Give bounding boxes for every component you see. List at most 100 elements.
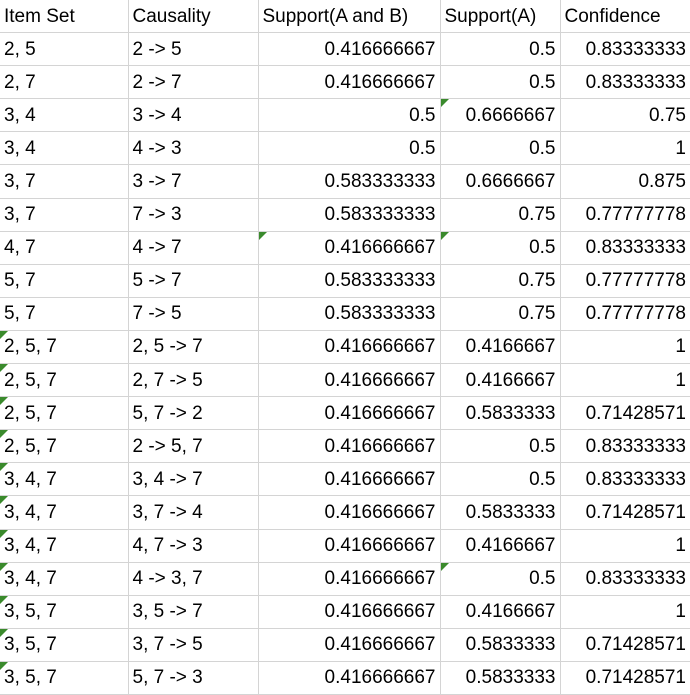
cell-confidence[interactable]: 0.83333333 — [560, 65, 690, 100]
cell-causality[interactable]: 4 -> 3 — [128, 131, 259, 166]
cell-item-set[interactable]: 3, 4 — [0, 98, 129, 133]
cell-support-a[interactable]: 0.5 — [440, 32, 561, 67]
cell-support-a[interactable]: 0.5 — [440, 462, 561, 497]
cell-support-a-and-b[interactable]: 0.416666667 — [258, 363, 441, 398]
cell-support-a[interactable]: 0.5 — [440, 65, 561, 100]
cell-item-set[interactable]: 2, 5 — [0, 32, 129, 67]
cell-confidence[interactable]: 0.77777778 — [560, 198, 690, 232]
cell-confidence[interactable]: 0.83333333 — [560, 32, 690, 67]
cell-support-a-and-b[interactable]: 0.583333333 — [258, 164, 441, 199]
cell-item-set[interactable]: 2, 5, 7 — [0, 429, 129, 464]
cell-item-set[interactable]: 3, 7 — [0, 164, 129, 199]
cell-support-a[interactable]: 0.75 — [440, 264, 561, 298]
cell-causality[interactable]: 3, 7 -> 4 — [128, 495, 259, 530]
cell-item-set[interactable]: 2, 5, 7 — [0, 330, 129, 365]
cell-support-a-and-b[interactable]: 0.416666667 — [258, 495, 441, 530]
cell-causality[interactable]: 4 -> 7 — [128, 231, 259, 265]
cell-causality[interactable]: 2 -> 5, 7 — [128, 429, 259, 464]
cell-causality[interactable]: 3, 4 -> 7 — [128, 462, 259, 497]
cell-support-a[interactable]: 0.5 — [440, 429, 561, 464]
cell-confidence[interactable]: 0.83333333 — [560, 462, 690, 497]
cell-support-a[interactable]: 0.4166667 — [440, 363, 561, 398]
cell-support-a-and-b[interactable]: 0.416666667 — [258, 661, 441, 695]
cell-causality[interactable]: 3, 5 -> 7 — [128, 595, 259, 629]
cell-confidence[interactable]: 1 — [560, 363, 690, 398]
cell-support-a[interactable]: 0.4166667 — [440, 330, 561, 365]
cell-support-a-and-b[interactable]: 0.416666667 — [258, 231, 441, 265]
cell-item-set[interactable]: 2, 5, 7 — [0, 363, 129, 398]
cell-item-set[interactable]: 2, 5, 7 — [0, 396, 129, 431]
cell-support-a[interactable]: 0.5833333 — [440, 495, 561, 530]
cell-support-a-and-b[interactable]: 0.416666667 — [258, 595, 441, 629]
cell-support-a[interactable]: 0.5 — [440, 231, 561, 265]
cell-causality[interactable]: 2, 5 -> 7 — [128, 330, 259, 365]
cell-item-set[interactable]: 3, 4, 7 — [0, 462, 129, 497]
cell-confidence[interactable]: 0.77777778 — [560, 297, 690, 331]
cell-confidence[interactable]: 1 — [560, 595, 690, 629]
cell-support-a[interactable]: 0.75 — [440, 297, 561, 331]
cell-support-a-and-b[interactable]: 0.5 — [258, 98, 441, 133]
cell-support-a[interactable]: 0.5833333 — [440, 628, 561, 662]
cell-causality[interactable]: 3 -> 7 — [128, 164, 259, 199]
cell-causality[interactable]: 4, 7 -> 3 — [128, 529, 259, 563]
cell-item-set[interactable]: 3, 4, 7 — [0, 495, 129, 530]
header-support-a-and-b[interactable]: Support(A and B) — [258, 0, 441, 34]
cell-support-a[interactable]: 0.4166667 — [440, 529, 561, 563]
cell-item-set[interactable]: 4, 7 — [0, 231, 129, 265]
cell-confidence[interactable]: 0.71428571 — [560, 628, 690, 662]
cell-causality[interactable]: 5 -> 7 — [128, 264, 259, 298]
cell-item-set[interactable]: 2, 7 — [0, 65, 129, 100]
cell-support-a-and-b[interactable]: 0.416666667 — [258, 396, 441, 431]
cell-item-set[interactable]: 5, 7 — [0, 264, 129, 298]
cell-causality[interactable]: 7 -> 3 — [128, 198, 259, 232]
header-item-set[interactable]: Item Set — [0, 0, 129, 34]
cell-support-a[interactable]: 0.5833333 — [440, 661, 561, 695]
cell-support-a[interactable]: 0.4166667 — [440, 595, 561, 629]
cell-item-set[interactable]: 3, 5, 7 — [0, 595, 129, 629]
cell-support-a-and-b[interactable]: 0.416666667 — [258, 330, 441, 365]
cell-support-a-and-b[interactable]: 0.583333333 — [258, 297, 441, 331]
cell-confidence[interactable]: 0.875 — [560, 164, 690, 199]
cell-support-a-and-b[interactable]: 0.583333333 — [258, 264, 441, 298]
cell-item-set[interactable]: 3, 5, 7 — [0, 661, 129, 695]
cell-support-a-and-b[interactable]: 0.416666667 — [258, 628, 441, 662]
cell-confidence[interactable]: 0.71428571 — [560, 661, 690, 695]
cell-support-a-and-b[interactable]: 0.416666667 — [258, 562, 441, 596]
cell-support-a[interactable]: 0.5 — [440, 562, 561, 596]
cell-support-a-and-b[interactable]: 0.416666667 — [258, 529, 441, 563]
cell-support-a-and-b[interactable]: 0.5 — [258, 131, 441, 166]
cell-confidence[interactable]: 0.83333333 — [560, 429, 690, 464]
cell-item-set[interactable]: 3, 7 — [0, 198, 129, 232]
cell-causality[interactable]: 7 -> 5 — [128, 297, 259, 331]
cell-confidence[interactable]: 0.71428571 — [560, 396, 690, 431]
cell-causality[interactable]: 5, 7 -> 3 — [128, 661, 259, 695]
cell-item-set[interactable]: 3, 5, 7 — [0, 628, 129, 662]
cell-causality[interactable]: 2 -> 7 — [128, 65, 259, 100]
cell-support-a[interactable]: 0.6666667 — [440, 164, 561, 199]
cell-support-a[interactable]: 0.6666667 — [440, 98, 561, 133]
cell-support-a[interactable]: 0.5 — [440, 131, 561, 166]
cell-confidence[interactable]: 1 — [560, 529, 690, 563]
cell-causality[interactable]: 2 -> 5 — [128, 32, 259, 67]
cell-confidence[interactable]: 0.77777778 — [560, 264, 690, 298]
cell-confidence[interactable]: 0.83333333 — [560, 231, 690, 265]
cell-confidence[interactable]: 1 — [560, 330, 690, 365]
cell-item-set[interactable]: 5, 7 — [0, 297, 129, 331]
cell-confidence[interactable]: 0.71428571 — [560, 495, 690, 530]
cell-support-a-and-b[interactable]: 0.416666667 — [258, 65, 441, 100]
cell-causality[interactable]: 5, 7 -> 2 — [128, 396, 259, 431]
cell-item-set[interactable]: 3, 4, 7 — [0, 562, 129, 596]
cell-support-a-and-b[interactable]: 0.583333333 — [258, 198, 441, 232]
header-confidence[interactable]: Confidence — [560, 0, 690, 34]
cell-causality[interactable]: 3 -> 4 — [128, 98, 259, 133]
cell-causality[interactable]: 3, 7 -> 5 — [128, 628, 259, 662]
cell-support-a-and-b[interactable]: 0.416666667 — [258, 429, 441, 464]
cell-support-a-and-b[interactable]: 0.416666667 — [258, 462, 441, 497]
cell-confidence[interactable]: 0.83333333 — [560, 562, 690, 596]
cell-confidence[interactable]: 0.75 — [560, 98, 690, 133]
cell-support-a[interactable]: 0.75 — [440, 198, 561, 232]
cell-support-a[interactable]: 0.5833333 — [440, 396, 561, 431]
cell-support-a-and-b[interactable]: 0.416666667 — [258, 32, 441, 67]
header-support-a[interactable]: Support(A) — [440, 0, 561, 34]
cell-item-set[interactable]: 3, 4, 7 — [0, 529, 129, 563]
